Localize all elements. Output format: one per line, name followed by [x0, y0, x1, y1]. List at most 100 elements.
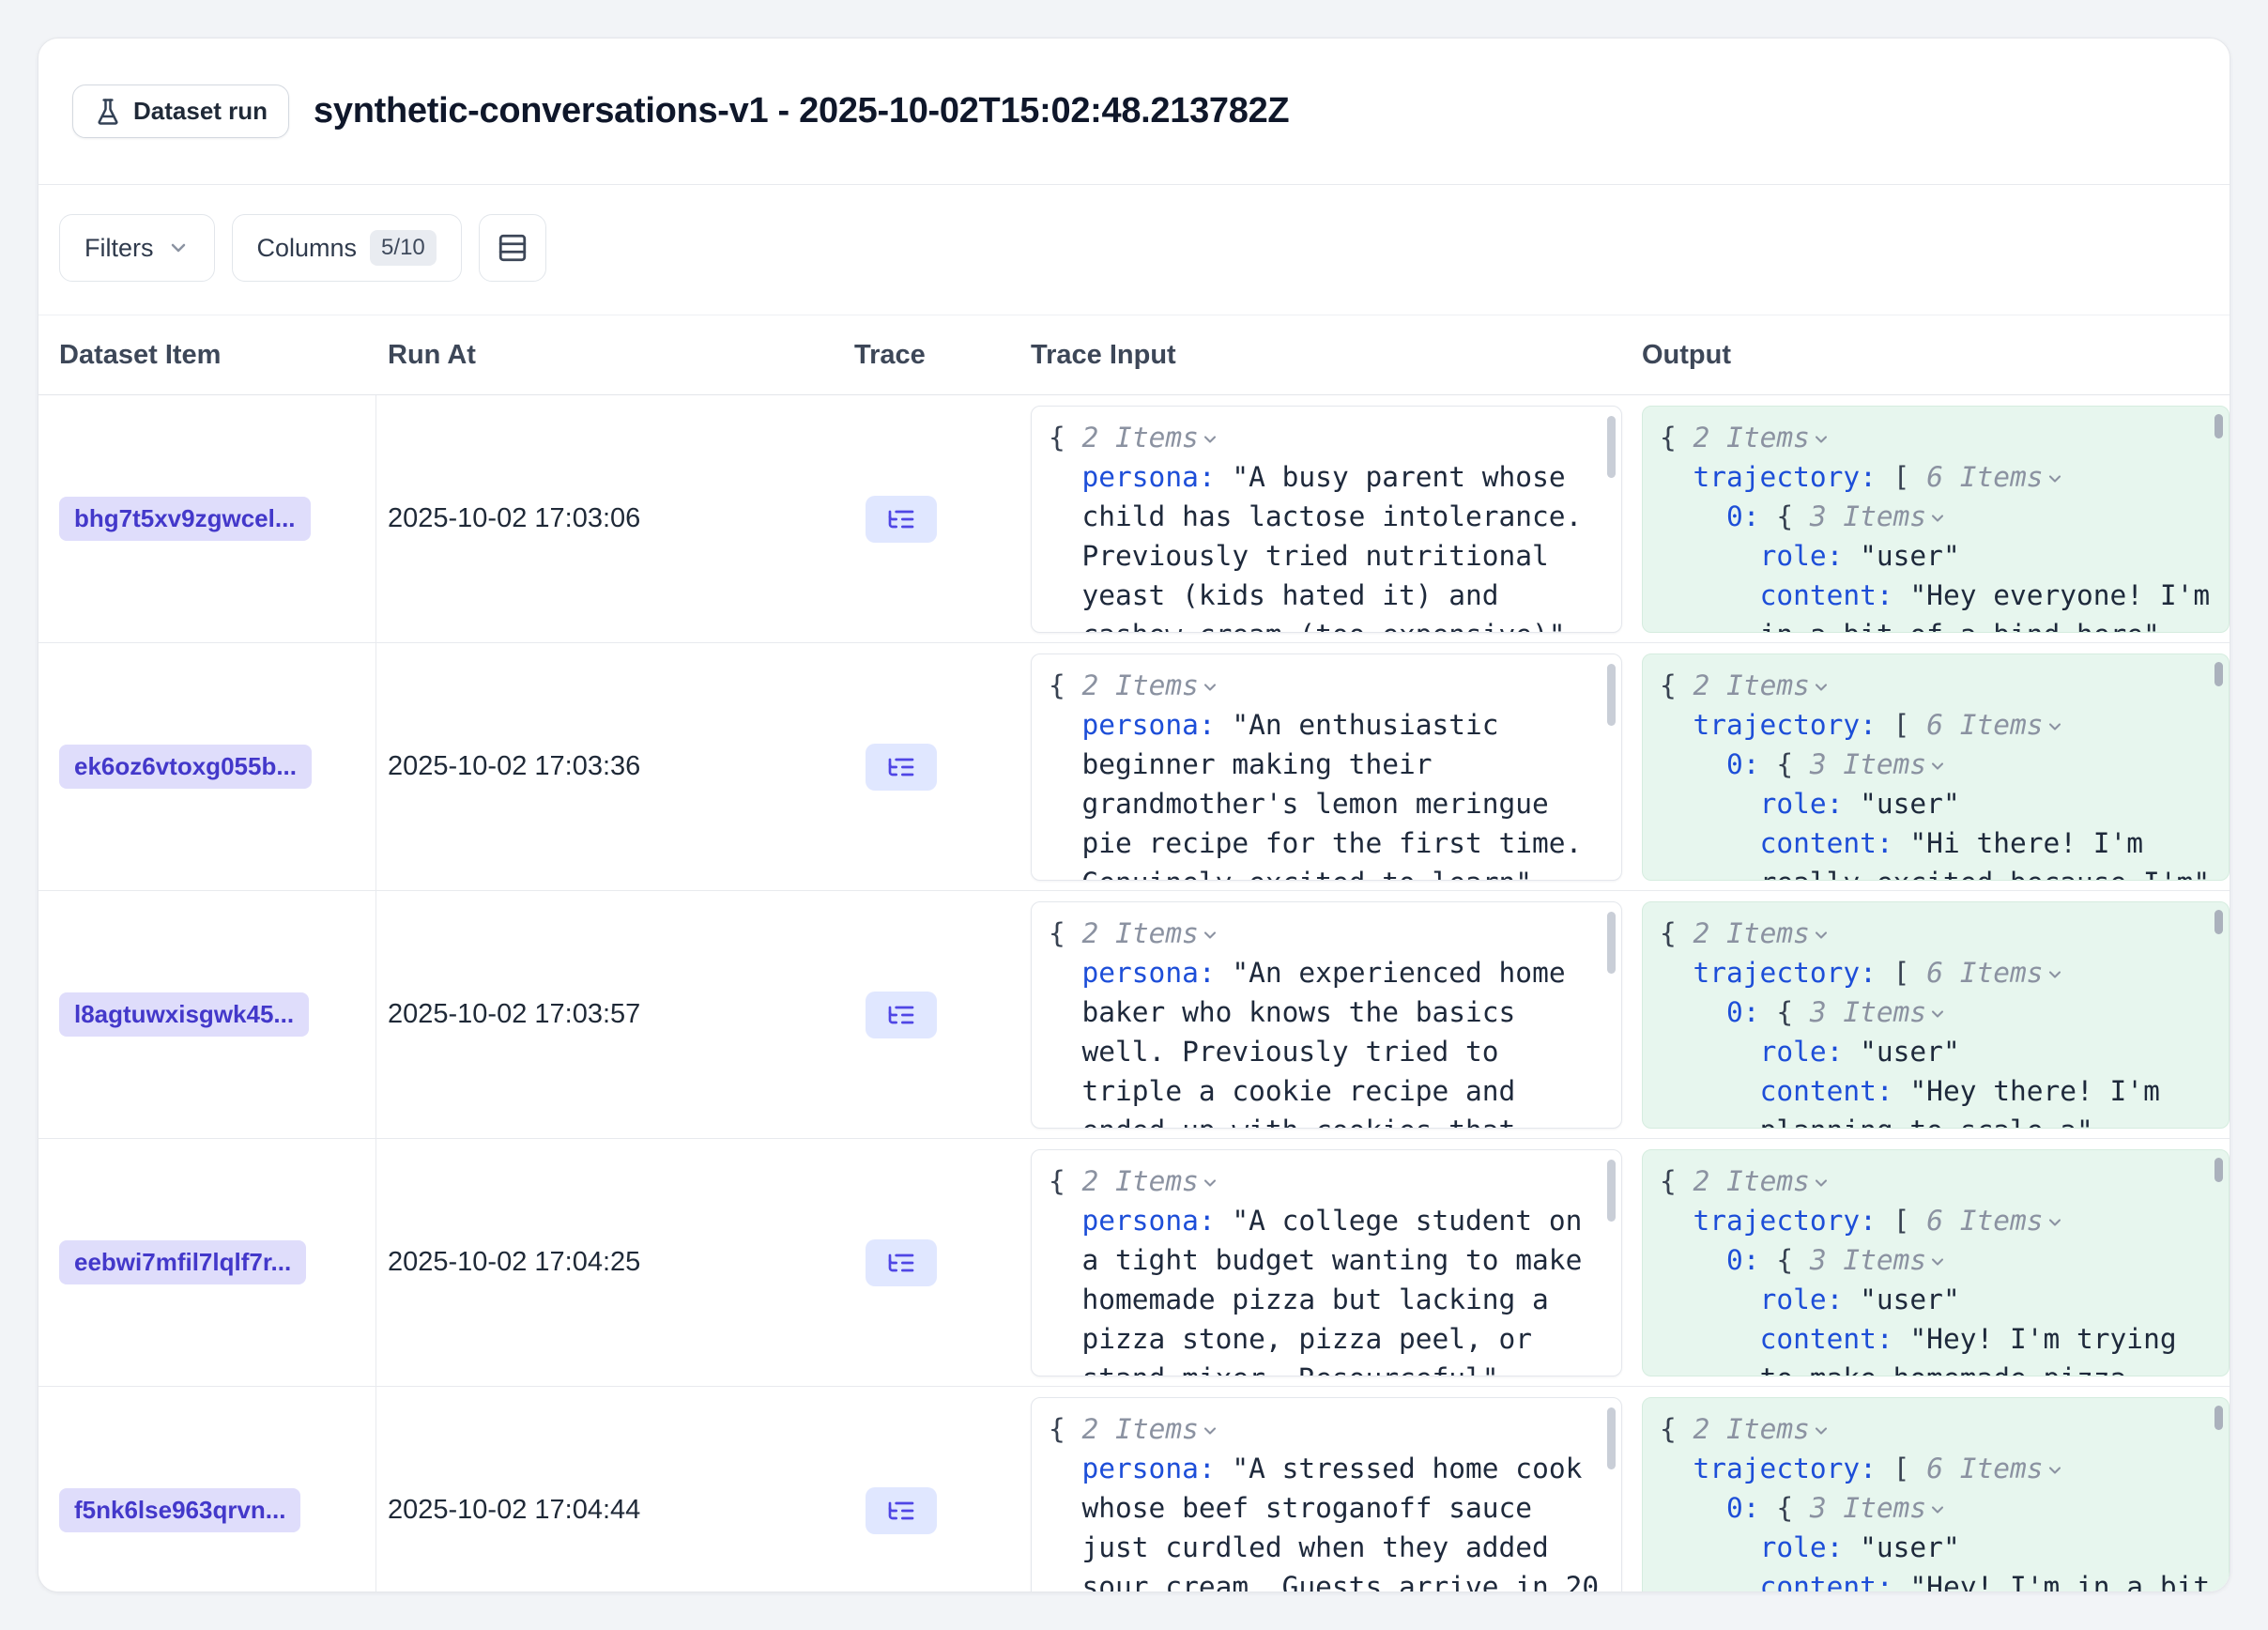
items-count-toggle[interactable]: 3 Items [1810, 1244, 1926, 1276]
dataset-item-badge[interactable]: l8agtuwxisgwk45... [59, 992, 309, 1037]
trace-input-cell: { 2 Items persona: "An enthusiastic begi… [1031, 643, 1642, 890]
scrollbar-thumb[interactable] [1607, 1407, 1616, 1469]
dataset-item-badge[interactable]: bhg7t5xv9zgwcel... [59, 497, 311, 541]
toolbar: Filters Columns 5/10 [38, 185, 2230, 315]
trace-tree-icon [886, 1248, 916, 1278]
column-header-trace: Trace [843, 340, 1031, 371]
json-role-entry: role: "user" [1660, 784, 2212, 823]
dataset-item-cell: bhg7t5xv9zgwcel... [38, 395, 376, 642]
chevron-down-icon [1201, 926, 1219, 945]
run-at-cell: 2025-10-02 17:03:36 [376, 643, 843, 890]
scrollbar-thumb[interactable] [1607, 1160, 1616, 1222]
chevron-down-icon [1812, 678, 1831, 697]
trace-input-json-viewer[interactable]: { 2 Items persona: "An enthusiastic begi… [1031, 654, 1622, 881]
trace-button[interactable] [866, 744, 937, 791]
items-count-toggle[interactable]: 2 Items [1693, 917, 1810, 949]
scrollbar-thumb[interactable] [1607, 416, 1616, 478]
dataset-run-badge-label: Dataset run [133, 97, 268, 126]
scrollbar-thumb[interactable] [2214, 662, 2223, 686]
trace-cell [843, 891, 1031, 1138]
json-index-entry: 0: { 3 Items [1660, 497, 2212, 536]
json-index-entry: 0: { 3 Items [1660, 992, 2212, 1032]
trace-input-json-viewer[interactable]: { 2 Items persona: "A busy parent whose … [1031, 406, 1622, 633]
items-count-toggle[interactable]: 2 Items [1693, 1165, 1810, 1197]
chevron-down-icon [1928, 509, 1947, 528]
flask-icon [94, 98, 122, 126]
dataset-item-badge[interactable]: ek6oz6vtoxg055b... [59, 745, 312, 789]
output-cell: { 2 Items trajectory: [ 6 Items 0: { 3 I… [1642, 1139, 2230, 1386]
scrollbar-thumb[interactable] [2214, 414, 2223, 438]
items-count-toggle[interactable]: 2 Items [1082, 1413, 1199, 1445]
run-at-value: 2025-10-02 17:03:36 [388, 751, 640, 782]
json-role-entry: role: "user" [1660, 1528, 2212, 1567]
json-role-entry: role: "user" [1660, 1280, 2212, 1319]
column-header-dataset-item: Dataset Item [38, 340, 376, 371]
columns-count-badge: 5/10 [370, 230, 437, 266]
items-count-toggle[interactable]: 6 Items [1926, 709, 2043, 741]
scrollbar-thumb[interactable] [1607, 912, 1616, 974]
run-at-value: 2025-10-02 17:03:06 [388, 503, 640, 534]
trace-button[interactable] [866, 1487, 937, 1534]
trace-button[interactable] [866, 496, 937, 543]
output-json-viewer[interactable]: { 2 Items trajectory: [ 6 Items 0: { 3 I… [1642, 1149, 2230, 1376]
scrollbar-thumb[interactable] [2214, 910, 2223, 934]
items-count-toggle[interactable]: 2 Items [1082, 669, 1199, 701]
chevron-down-icon [1201, 430, 1219, 449]
json-persona-entry: persona: "An enthusiastic beginner makin… [1049, 705, 1604, 881]
trace-input-json-viewer[interactable]: { 2 Items persona: "A stressed home cook… [1031, 1397, 1622, 1593]
items-count-toggle[interactable]: 2 Items [1082, 917, 1199, 949]
items-count-toggle[interactable]: 2 Items [1693, 1413, 1810, 1445]
dataset-item-cell: ek6oz6vtoxg055b... [38, 643, 376, 890]
trace-button[interactable] [866, 992, 937, 1038]
items-count-toggle[interactable]: 6 Items [1926, 461, 2043, 493]
items-count-toggle[interactable]: 3 Items [1810, 1492, 1926, 1524]
run-at-value: 2025-10-02 17:03:57 [388, 999, 640, 1030]
json-persona-entry: persona: "An experienced home baker who … [1049, 953, 1604, 1129]
trace-input-cell: { 2 Items persona: "A busy parent whose … [1031, 395, 1642, 642]
output-json-viewer[interactable]: { 2 Items trajectory: [ 6 Items 0: { 3 I… [1642, 654, 2230, 881]
chevron-down-icon [1928, 1500, 1947, 1519]
dataset-item-badge[interactable]: eebwi7mfil7lqlf7r... [59, 1240, 306, 1284]
scrollbar-thumb[interactable] [1607, 664, 1616, 726]
items-count-toggle[interactable]: 6 Items [1926, 1205, 2043, 1237]
row-height-button[interactable] [479, 214, 546, 282]
run-at-cell: 2025-10-02 17:04:44 [376, 1387, 843, 1592]
items-count-toggle[interactable]: 6 Items [1926, 1453, 2043, 1484]
json-content-entry: content: "Hey everyone! I'm in a bit of … [1660, 576, 2212, 633]
items-count-toggle[interactable]: 6 Items [1926, 957, 2043, 989]
trace-input-json-viewer[interactable]: { 2 Items persona: "A college student on… [1031, 1149, 1622, 1376]
trace-tree-icon [886, 504, 916, 534]
output-json-viewer[interactable]: { 2 Items trajectory: [ 6 Items 0: { 3 I… [1642, 1397, 2230, 1593]
items-count-toggle[interactable]: 2 Items [1082, 1165, 1199, 1197]
chevron-down-icon [1201, 678, 1219, 697]
output-json-viewer[interactable]: { 2 Items trajectory: [ 6 Items 0: { 3 I… [1642, 901, 2230, 1129]
chevron-down-icon [1812, 430, 1831, 449]
items-count-toggle[interactable]: 3 Items [1810, 996, 1926, 1028]
chevron-down-icon [2046, 1461, 2064, 1480]
items-count-toggle[interactable]: 2 Items [1082, 422, 1199, 454]
json-content-entry: content: "Hey there! I'm planning to sca… [1660, 1071, 2212, 1129]
json-root-line: { 2 Items [1049, 666, 1604, 705]
items-count-toggle[interactable]: 2 Items [1693, 422, 1810, 454]
json-trajectory-entry: trajectory: [ 6 Items [1660, 1201, 2212, 1240]
trace-input-json-viewer[interactable]: { 2 Items persona: "An experienced home … [1031, 901, 1622, 1129]
items-count-toggle[interactable]: 2 Items [1693, 669, 1810, 701]
column-header-output: Output [1642, 340, 2230, 371]
trace-button[interactable] [866, 1239, 937, 1286]
chevron-down-icon [2046, 1213, 2064, 1232]
columns-button[interactable]: Columns 5/10 [232, 214, 462, 282]
chevron-down-icon [2046, 469, 2064, 488]
scrollbar-thumb[interactable] [2214, 1158, 2223, 1182]
scrollbar-thumb[interactable] [2214, 1406, 2223, 1430]
trace-cell [843, 643, 1031, 890]
trace-tree-icon [886, 752, 916, 782]
items-count-toggle[interactable]: 3 Items [1810, 500, 1926, 532]
json-root-line: { 2 Items [1049, 418, 1604, 457]
filters-button[interactable]: Filters [59, 214, 215, 282]
items-count-toggle[interactable]: 3 Items [1810, 748, 1926, 780]
json-trajectory-entry: trajectory: [ 6 Items [1660, 1449, 2212, 1488]
output-json-viewer[interactable]: { 2 Items trajectory: [ 6 Items 0: { 3 I… [1642, 406, 2230, 633]
dataset-item-cell: l8agtuwxisgwk45... [38, 891, 376, 1138]
dataset-item-badge[interactable]: f5nk6lse963qrvn... [59, 1488, 300, 1532]
chevron-down-icon [1928, 757, 1947, 776]
